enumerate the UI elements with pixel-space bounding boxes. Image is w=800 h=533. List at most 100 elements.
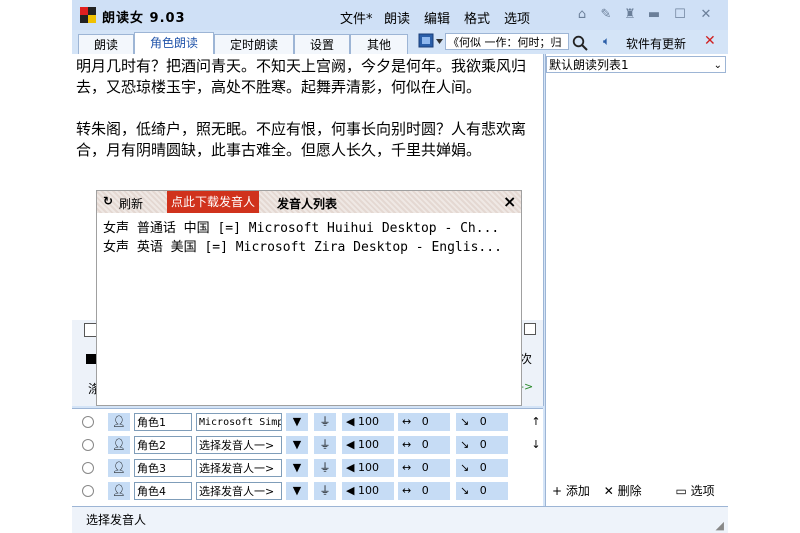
pitch-control[interactable]: ↔ 0 <box>398 436 450 454</box>
pin-icon[interactable]: ✎ <box>597 6 615 24</box>
options-button[interactable]: 选项 <box>691 484 715 498</box>
pitch-control[interactable]: ↔ 0 <box>398 482 450 500</box>
status-bar: 选择发音人 ◢ <box>72 506 728 533</box>
role-voice-select[interactable]: 选择发音人一> <box>196 482 282 500</box>
microphone-icon[interactable]: ⏚ <box>314 482 336 500</box>
speed-control[interactable]: ◀︎ 100 <box>342 459 394 477</box>
download-voices-button[interactable]: 点此下载发音人 <box>167 191 260 213</box>
volume-icon: ◀︎ <box>346 461 355 474</box>
arrows-icon: ↔ <box>402 461 412 474</box>
tab-settings[interactable]: 设置 <box>294 34 350 54</box>
microphone-icon[interactable]: ⏚ <box>314 436 336 454</box>
role-name-field[interactable]: 角色1 <box>134 413 192 431</box>
person-icon[interactable]: 👤︎ <box>108 459 130 477</box>
pause-value: 0 <box>479 415 487 428</box>
refresh-button[interactable]: 刷新 <box>119 195 143 212</box>
delete-icon[interactable]: ✕ <box>604 484 614 498</box>
role-name-field[interactable]: 角色2 <box>134 436 192 454</box>
menu-options[interactable]: 选项 <box>504 8 530 27</box>
person-icon[interactable]: 👤︎ <box>108 436 130 454</box>
pitch-value: 0 <box>421 415 429 428</box>
pause-control[interactable]: ↘ 0 <box>456 436 508 454</box>
menu-read[interactable]: 朗读 <box>384 8 410 27</box>
pause-control[interactable]: ↘ 0 <box>456 482 508 500</box>
dropdown-icon[interactable]: ▼ <box>286 413 308 431</box>
role-voice-select[interactable]: 选择发音人一> <box>196 459 282 477</box>
curve-icon: ↘ <box>460 415 470 428</box>
read-list-select[interactable]: 默认朗读列表1 ⌄ <box>546 56 726 73</box>
update-notice[interactable]: 软件有更新 <box>626 35 686 52</box>
microphone-icon[interactable]: ⏚ <box>314 459 336 477</box>
role-name-field[interactable]: 角色4 <box>134 482 192 500</box>
speed-control[interactable]: ◀︎ 100 <box>342 482 394 500</box>
home-icon[interactable]: ⌂ <box>573 6 591 24</box>
voice-picker-icon[interactable] <box>418 33 444 50</box>
tab-read[interactable]: 朗读 <box>78 34 134 54</box>
table-row: 👤︎ 角色2 选择发音人一> ▼ ⏚ ◀︎ 100 ↔ 0 ↘ 0 ↓ <box>72 434 543 456</box>
move-down-icon[interactable]: ↓ <box>530 436 542 454</box>
tab-role-read[interactable]: 角色朗读 <box>134 32 214 54</box>
pitch-control[interactable]: ↔ 0 <box>398 413 450 431</box>
dropdown-icon[interactable]: ▼ <box>286 459 308 477</box>
add-icon[interactable]: + <box>552 484 562 498</box>
table-row: 👤︎ 角色3 选择发音人一> ▼ ⏚ ◀︎ 100 ↔ 0 ↘ 0 <box>72 457 543 479</box>
pitch-value: 0 <box>421 484 429 497</box>
read-list-panel: 默认朗读列表1 ⌄ + 添加 ✕ 删除 ▭ 选项 <box>545 54 728 506</box>
stop-icon[interactable] <box>86 354 96 364</box>
popup-title: 发音人列表 <box>277 197 338 211</box>
maximize-icon[interactable]: ☐ <box>671 6 689 24</box>
volume-icon: ◀︎ <box>346 415 355 428</box>
speed-control[interactable]: ◀︎ 100 <box>342 436 394 454</box>
popup-header: ↻ 刷新 点此下载发音人 发音人列表 × <box>97 191 521 213</box>
table-row: 👤︎ 角色4 选择发音人一> ▼ ⏚ ◀︎ 100 ↔ 0 ↘ 0 <box>72 480 543 502</box>
tab-other[interactable]: 其他 <box>350 34 408 54</box>
add-button[interactable]: 添加 <box>566 484 590 498</box>
checkbox[interactable] <box>524 323 536 335</box>
role-radio[interactable] <box>82 485 94 497</box>
pause-control[interactable]: ↘ 0 <box>456 413 508 431</box>
minimize-icon[interactable]: ▬ <box>645 6 663 24</box>
status-text: 选择发音人 <box>86 513 147 527</box>
tab-timed-read[interactable]: 定时朗读 <box>214 34 294 54</box>
speed-control[interactable]: ◀︎ 100 <box>342 413 394 431</box>
microphone-icon[interactable]: ⏚ <box>314 413 336 431</box>
dropdown-icon[interactable]: ▼ <box>286 482 308 500</box>
role-radio[interactable] <box>82 439 94 451</box>
person-icon[interactable]: 👤︎ <box>108 413 130 431</box>
role-name-field[interactable]: 角色3 <box>134 459 192 477</box>
title-bar: 朗读女 9.03 文件* 朗读 编辑 格式 选项 ⌂ ✎ ♜ ▬ ☐ ✕ <box>72 0 728 30</box>
menu-format[interactable]: 格式 <box>464 8 490 27</box>
role-voice-select[interactable]: 选择发音人一> <box>196 436 282 454</box>
dropdown-icon[interactable]: ▼ <box>286 436 308 454</box>
arrows-icon: ↔ <box>402 438 412 451</box>
move-up-icon[interactable]: ↑ <box>530 413 542 431</box>
curve-icon: ↘ <box>460 461 470 474</box>
person-icon[interactable]: 👤︎ <box>108 482 130 500</box>
role-table: 👤︎ 角色1 Microsoft Simp: ▼ ⏚ ◀︎ 100 ↔ 0 ↘ … <box>72 408 543 507</box>
close-window-icon[interactable]: ✕ <box>697 6 715 24</box>
menu-edit[interactable]: 编辑 <box>424 8 450 27</box>
search-icon[interactable] <box>572 35 588 51</box>
voice-item[interactable]: 女声 英语 美国 [=] Microsoft Zira Desktop - En… <box>103 236 502 255</box>
delete-button[interactable]: 删除 <box>618 484 642 498</box>
resize-grip-icon[interactable]: ◢ <box>716 519 724 532</box>
refresh-icon[interactable]: ↻ <box>103 194 113 208</box>
curve-icon: ↘ <box>460 484 470 497</box>
table-row: 👤︎ 角色1 Microsoft Simp: ▼ ⏚ ◀︎ 100 ↔ 0 ↘ … <box>72 411 543 433</box>
pitch-value: 0 <box>421 438 429 451</box>
pause-value: 0 <box>479 438 487 451</box>
voice-item[interactable]: 女声 普通话 中国 [=] Microsoft Huihui Desktop -… <box>103 217 499 236</box>
pitch-value: 0 <box>421 461 429 474</box>
menu-file[interactable]: 文件* <box>340 8 373 27</box>
pause-control[interactable]: ↘ 0 <box>456 459 508 477</box>
role-radio[interactable] <box>82 462 94 474</box>
options-icon[interactable]: ▭ <box>675 484 686 498</box>
voice-list-popup: ↻ 刷新 点此下载发音人 发音人列表 × 女声 普通话 中国 [=] Micro… <box>96 190 522 406</box>
shirt-icon[interactable]: ♜ <box>621 6 639 24</box>
close-update-icon[interactable]: ✕ <box>704 33 716 49</box>
popup-close-icon[interactable]: × <box>503 192 516 211</box>
pitch-control[interactable]: ↔ 0 <box>398 459 450 477</box>
search-field[interactable]: 《何似 一作：何时；归 <box>445 33 569 50</box>
role-radio[interactable] <box>82 416 94 428</box>
role-voice-select[interactable]: Microsoft Simp: <box>196 413 282 431</box>
